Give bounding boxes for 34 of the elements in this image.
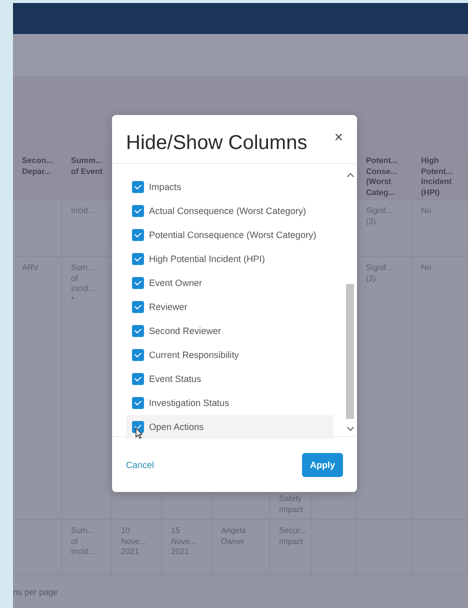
checkbox[interactable] [132,181,144,193]
dialog-title: Hide/Show Columns [126,132,308,154]
table-cell: Sum... of Incid... [62,520,112,575]
table-cell: Secur... Impact [270,520,312,575]
column-header: Potent... Conse... (Worst Categ... [357,150,412,200]
table-cell: Angela Owner [212,520,270,575]
cancel-button[interactable]: Cancel [126,460,154,470]
column-header: Summ... of Event [62,150,112,200]
column-option[interactable]: Open Actions [126,415,333,439]
checkbox[interactable] [132,325,144,337]
checkbox[interactable] [132,421,144,433]
checkbox[interactable] [132,253,144,265]
column-option[interactable]: Potential Consequence (Worst Category) [126,223,345,247]
table-cell: No [412,257,468,520]
scrollbar-thumb[interactable] [346,284,354,419]
checkbox[interactable] [132,349,144,361]
close-button[interactable]: × [330,128,347,146]
checkbox[interactable] [132,229,144,241]
items-per-page-label: ns per page [13,587,58,597]
column-option[interactable]: Actual Consequence (Worst Category) [126,199,345,223]
checkbox[interactable] [132,277,144,289]
checkbox[interactable] [132,397,144,409]
table-cell: No [412,200,468,257]
checkbox[interactable] [132,205,144,217]
table-cell: 10 Nove... 2021 [112,520,162,575]
checkbox[interactable] [132,373,144,385]
checkbox[interactable] [132,301,144,313]
column-header: Secon... Depar... [13,150,62,200]
column-header: High Potent... Incident (HPI) [412,150,468,200]
table-cell: ARV [13,257,62,520]
cursor-icon [135,427,143,439]
table-cell: 15 Nove... 2021 [162,520,212,575]
column-option[interactable]: Impacts [126,175,345,199]
apply-button[interactable]: Apply [302,452,343,476]
